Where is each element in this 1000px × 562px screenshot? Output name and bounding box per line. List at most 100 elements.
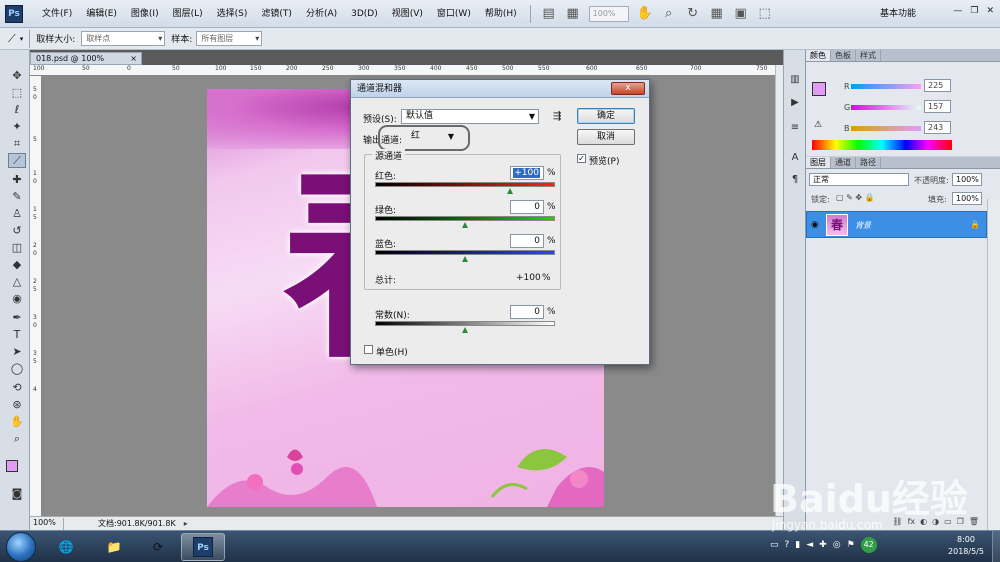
lasso-tool-icon[interactable]: ℓ <box>8 102 26 117</box>
constant-slider-track[interactable] <box>375 321 555 326</box>
opacity-input[interactable]: 100% <box>952 173 982 186</box>
restore-button[interactable]: ❐ <box>970 6 978 16</box>
document-close-icon[interactable]: × <box>130 53 137 64</box>
adjustment-layer-icon[interactable]: ◑ <box>932 517 939 526</box>
preset-options-icon[interactable]: ⇶ <box>553 111 561 122</box>
out-of-gamut-warning-icon[interactable]: ⚠ <box>814 120 822 130</box>
eyedropper-icon[interactable]: ⟋ <box>8 32 16 46</box>
quick-mask-icon[interactable]: ◙ <box>8 486 26 501</box>
paragraph-icon[interactable]: ¶ <box>788 172 802 186</box>
eyedropper-tool-icon[interactable]: ⟋ <box>8 153 26 168</box>
move-tool-icon[interactable]: ✥ <box>8 68 26 83</box>
status-menu-arrow-icon[interactable]: ▸ <box>184 519 188 528</box>
start-button[interactable] <box>6 532 36 562</box>
layer-style-icon[interactable]: fx <box>908 517 916 526</box>
pen-tool-icon[interactable]: ✒ <box>8 310 26 325</box>
type-tool-icon[interactable]: T <box>8 327 26 342</box>
media-taskbar-icon[interactable]: ⟳ <box>136 533 180 561</box>
lock-options-icon[interactable]: ▢ ✎ ✥ 🔒 <box>836 193 875 202</box>
dialog-close-button[interactable]: x <box>611 82 645 95</box>
close-button[interactable]: ✕ <box>986 6 994 16</box>
menu-window[interactable]: 窗口(W) <box>430 0 478 28</box>
blue-value-input[interactable]: 0 <box>510 234 544 248</box>
constant-value-input[interactable]: 0 <box>510 305 544 319</box>
zoom-tool-icon[interactable]: ⌕ <box>8 431 26 446</box>
flag-tray-icon[interactable]: ⚑ <box>847 540 855 550</box>
delete-layer-icon[interactable]: 🗑 <box>969 517 979 526</box>
arrange-icon[interactable]: ▦ <box>564 5 582 23</box>
minimize-button[interactable]: — <box>953 6 962 16</box>
cancel-button[interactable]: 取消 <box>577 129 635 145</box>
crop-tool-icon[interactable]: ⌗ <box>8 136 26 151</box>
system-clock[interactable]: 8:00 2018/5/5 <box>940 534 992 558</box>
red-value-input[interactable]: +100 <box>510 166 544 180</box>
color-spectrum-ramp[interactable] <box>812 140 952 150</box>
volume-tray-icon[interactable]: ◄ <box>806 540 813 550</box>
zoom-tool-icon[interactable]: ⌕ <box>660 5 678 23</box>
hand-tool-icon[interactable]: ✋ <box>8 414 26 429</box>
zoom-level-field[interactable]: 100% <box>588 5 629 22</box>
history-icon[interactable]: ≡ <box>788 120 802 134</box>
foreground-color-swatch[interactable] <box>6 460 18 472</box>
navigator-icon[interactable]: ▶ <box>788 95 802 109</box>
menu-3d[interactable]: 3D(D) <box>344 0 385 28</box>
sample-size-dropdown[interactable]: 取样点 <box>81 31 166 46</box>
constant-slider-thumb[interactable] <box>462 327 468 333</box>
link-layers-icon[interactable]: ⛓ <box>892 517 902 526</box>
blue-slider-thumb[interactable] <box>462 256 468 262</box>
layout-icon[interactable]: ▣ <box>732 5 750 23</box>
preset-dropdown[interactable]: 默认值 ▼ <box>401 109 539 124</box>
monochrome-checkbox[interactable] <box>364 345 373 354</box>
tab-layers[interactable]: 图层 <box>806 157 831 168</box>
menu-file[interactable]: 文件(F) <box>35 0 79 28</box>
brush-tool-icon[interactable]: ✎ <box>8 189 26 204</box>
new-layer-icon[interactable]: ❐ <box>957 517 964 526</box>
blur-tool-icon[interactable]: △ <box>8 274 26 289</box>
screen-mode-icon[interactable]: ▤ <box>540 5 558 23</box>
group-icon[interactable]: ▭ <box>944 517 952 526</box>
tool-preset-arrow-icon[interactable]: ▾ <box>20 35 24 43</box>
ie-taskbar-icon[interactable]: 🌐 <box>44 533 88 561</box>
screen-icon[interactable]: ⬚ <box>756 5 774 23</box>
histogram-icon[interactable]: ▥ <box>788 72 802 86</box>
menu-help[interactable]: 帮助(H) <box>478 0 524 28</box>
dodge-tool-icon[interactable]: ◉ <box>8 291 26 306</box>
security-tray-icon[interactable]: ✚ <box>819 540 827 550</box>
healing-brush-icon[interactable]: ✚ <box>8 172 26 187</box>
preview-checkbox[interactable]: ✓ <box>577 154 586 163</box>
fill-input[interactable]: 100% <box>952 192 982 205</box>
paint-bucket-icon[interactable]: ◆ <box>8 257 26 272</box>
character-icon[interactable]: A <box>788 150 802 164</box>
menu-layer[interactable]: 图层(L) <box>166 0 210 28</box>
rotate-view-icon[interactable]: ↻ <box>684 5 702 23</box>
blue-channel-input[interactable]: 243 <box>924 121 951 134</box>
status-zoom-field[interactable]: 100% <box>30 517 64 530</box>
red-channel-slider[interactable] <box>851 84 921 89</box>
marquee-tool-icon[interactable]: ⬚ <box>8 85 26 100</box>
3d-rotate-icon[interactable]: ⟲ <box>8 380 26 395</box>
tray-counter-badge[interactable]: 42 <box>860 537 877 553</box>
blend-mode-dropdown[interactable]: 正常 <box>809 173 909 186</box>
tab-styles[interactable]: 样式 <box>856 50 881 61</box>
help-tray-icon[interactable]: ? <box>785 540 790 550</box>
tray-icon[interactable]: ▭ <box>770 540 779 550</box>
menu-filter[interactable]: 滤镜(T) <box>254 0 299 28</box>
dialog-titlebar[interactable]: 通道混和器 x <box>351 80 649 98</box>
blue-slider-track[interactable] <box>375 250 555 255</box>
green-channel-input[interactable]: 157 <box>924 100 951 113</box>
ok-button[interactable]: 确定 <box>577 108 635 124</box>
eraser-tool-icon[interactable]: ◫ <box>8 240 26 255</box>
workspace-switcher[interactable]: 基本功能 <box>880 0 916 28</box>
3d-orbit-icon[interactable]: ⊛ <box>8 397 26 412</box>
blue-channel-slider[interactable] <box>851 126 921 131</box>
red-channel-input[interactable]: 225 <box>924 79 951 92</box>
sample-dropdown[interactable]: 所有图层 <box>196 31 263 46</box>
eye-icon[interactable]: ◉ <box>811 220 819 230</box>
path-select-icon[interactable]: ➤ <box>8 344 26 359</box>
grid-icon[interactable]: ▦ <box>708 5 726 23</box>
tab-paths[interactable]: 路径 <box>856 157 881 168</box>
layer-row-background[interactable]: ◉ 春 背景 🔒 <box>806 211 987 238</box>
menu-view[interactable]: 视图(V) <box>385 0 430 28</box>
layer-mask-icon[interactable]: ◐ <box>920 517 927 526</box>
green-slider-thumb[interactable] <box>462 222 468 228</box>
